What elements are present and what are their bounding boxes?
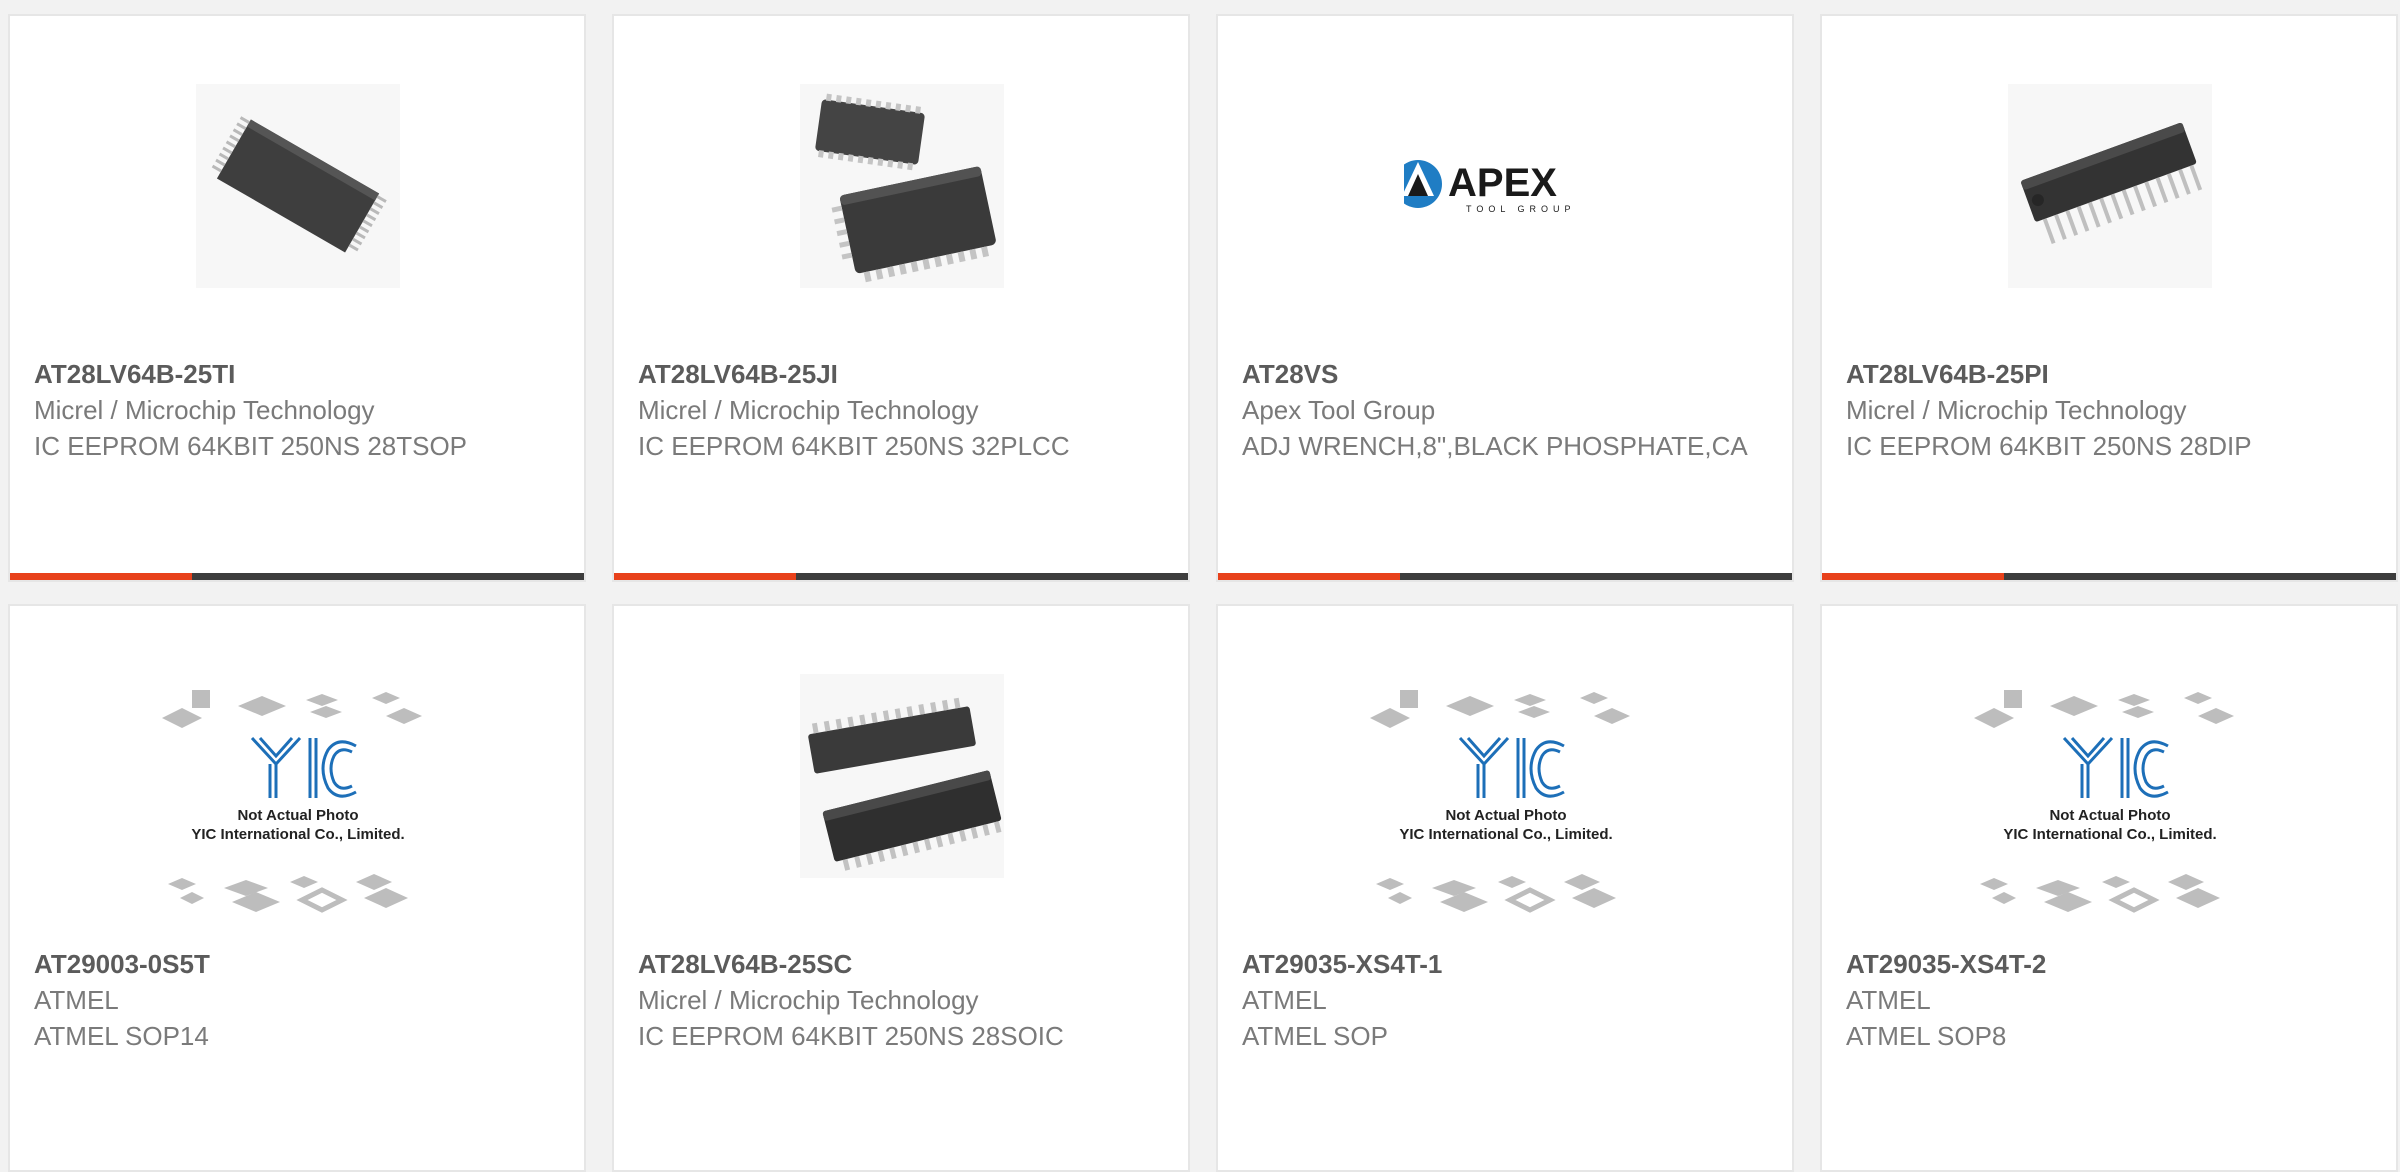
product-card[interactable]: Not Actual Photo YIC International Co., … bbox=[1216, 604, 1794, 1172]
manufacturer: Micrel / Microchip Technology bbox=[638, 985, 979, 1015]
part-number[interactable]: AT28LV64B-25SC bbox=[638, 946, 1168, 982]
accent-bar bbox=[1218, 573, 1400, 580]
manufacturer: Micrel / Microchip Technology bbox=[1846, 395, 2187, 425]
card-footer-bar bbox=[10, 573, 584, 580]
soic-chip-image[interactable] bbox=[800, 674, 1004, 878]
description: IC EEPROM 64KBIT 250NS 32PLCC bbox=[638, 431, 1070, 461]
description: IC EEPROM 64KBIT 250NS 28TSOP bbox=[34, 431, 468, 461]
not-actual-photo-placeholder[interactable]: Not Actual Photo YIC International Co., … bbox=[1368, 686, 1644, 936]
description: ADJ WRENCH,8",BLACK PHOSPHATE,CA bbox=[1242, 431, 1748, 461]
description: IC EEPROM 64KBIT 250NS 28DIP bbox=[1846, 431, 2252, 461]
manufacturer: ATMEL bbox=[1242, 985, 1327, 1015]
placeholder-line-2: YIC International Co., Limited. bbox=[1399, 826, 1612, 843]
placeholder-line-1: Not Actual Photo bbox=[2049, 807, 2170, 824]
product-card[interactable]: AT28LV64B-25TI Micrel / Microchip Techno… bbox=[8, 14, 586, 582]
manufacturer: Micrel / Microchip Technology bbox=[638, 395, 979, 425]
apex-tool-group-logo[interactable]: APEX TOOL GROUP bbox=[1404, 84, 1608, 288]
accent-bar bbox=[614, 573, 796, 580]
plcc-chip-image[interactable] bbox=[800, 84, 1004, 288]
placeholder-line-2: YIC International Co., Limited. bbox=[191, 826, 404, 843]
logo-wordmark: APEX bbox=[1448, 161, 1557, 205]
manufacturer: ATMEL bbox=[1846, 985, 1931, 1015]
product-card[interactable]: Not Actual Photo YIC International Co., … bbox=[1820, 604, 2398, 1172]
product-card[interactable]: AT28LV64B-25SC Micrel / Microchip Techno… bbox=[612, 604, 1190, 1172]
description: ATMEL SOP8 bbox=[1846, 1021, 2007, 1051]
card-footer-bar bbox=[1218, 573, 1792, 580]
part-number[interactable]: AT28LV64B-25TI bbox=[34, 356, 564, 392]
dip-chip-image[interactable] bbox=[2008, 84, 2212, 288]
not-actual-photo-placeholder[interactable]: Not Actual Photo YIC International Co., … bbox=[160, 686, 436, 936]
not-actual-photo-placeholder[interactable]: Not Actual Photo YIC International Co., … bbox=[1972, 686, 2248, 936]
product-card[interactable]: AT28LV64B-25JI Micrel / Microchip Techno… bbox=[612, 14, 1190, 582]
part-number[interactable]: AT28LV64B-25JI bbox=[638, 356, 1168, 392]
product-card[interactable]: AT28LV64B-25PI Micrel / Microchip Techno… bbox=[1820, 14, 2398, 582]
description: ATMEL SOP14 bbox=[34, 1021, 209, 1051]
part-number[interactable]: AT29035-XS4T-1 bbox=[1242, 946, 1772, 982]
accent-bar bbox=[10, 573, 192, 580]
part-number[interactable]: AT28VS bbox=[1242, 356, 1772, 392]
product-grid: AT28LV64B-25TI Micrel / Microchip Techno… bbox=[8, 14, 2400, 1172]
placeholder-line-1: Not Actual Photo bbox=[1445, 807, 1566, 824]
card-footer-bar bbox=[1822, 573, 2396, 580]
manufacturer: Micrel / Microchip Technology bbox=[34, 395, 375, 425]
placeholder-line-1: Not Actual Photo bbox=[237, 807, 358, 824]
placeholder-line-2: YIC International Co., Limited. bbox=[2003, 826, 2216, 843]
part-number[interactable]: AT29003-0S5T bbox=[34, 946, 564, 982]
product-card[interactable]: Not Actual Photo YIC International Co., … bbox=[8, 604, 586, 1172]
part-number[interactable]: AT29035-XS4T-2 bbox=[1846, 946, 2376, 982]
part-number[interactable]: AT28LV64B-25PI bbox=[1846, 356, 2376, 392]
manufacturer: ATMEL bbox=[34, 985, 119, 1015]
tsop-chip-image[interactable] bbox=[196, 84, 400, 288]
accent-bar bbox=[1822, 573, 2004, 580]
manufacturer: Apex Tool Group bbox=[1242, 395, 1436, 425]
logo-tagline: TOOL GROUP bbox=[1466, 204, 1576, 214]
card-footer-bar bbox=[614, 573, 1188, 580]
description: IC EEPROM 64KBIT 250NS 28SOIC bbox=[638, 1021, 1064, 1051]
description: ATMEL SOP bbox=[1242, 1021, 1388, 1051]
product-card[interactable]: APEX TOOL GROUP AT28VS Apex Tool Group A… bbox=[1216, 14, 1794, 582]
